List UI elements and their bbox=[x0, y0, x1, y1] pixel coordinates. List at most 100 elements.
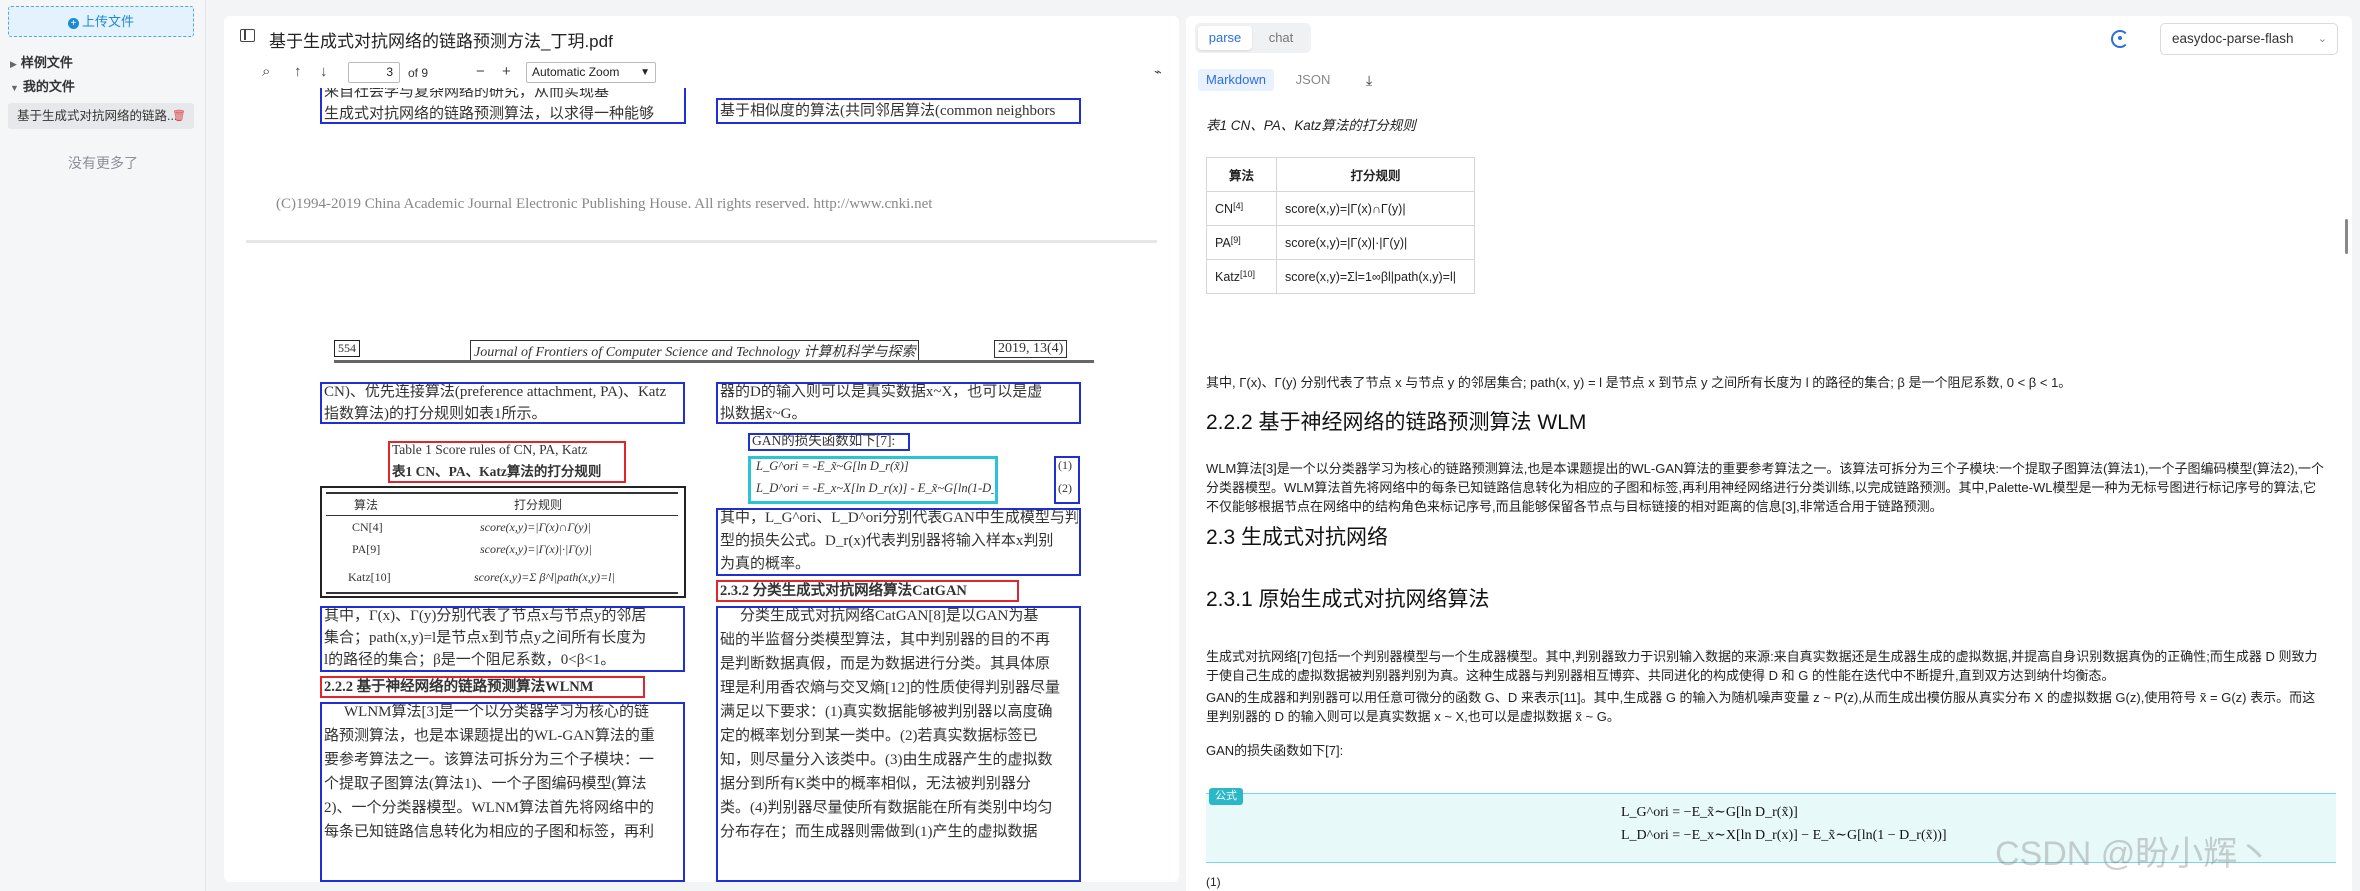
pdf-text-line: 每条已知链路信息转化为相应的子图和标签，再利 bbox=[324, 824, 655, 840]
zoom-in-icon[interactable]: + bbox=[502, 63, 511, 81]
upload-file-button[interactable]: + 上传文件 bbox=[8, 6, 194, 37]
table-cell: PA[9] bbox=[352, 542, 381, 556]
page-number-input[interactable]: 3 bbox=[348, 62, 400, 83]
tab-parse[interactable]: parse bbox=[1198, 26, 1252, 50]
tab-json[interactable]: JSON bbox=[1288, 69, 1338, 91]
zoom-select[interactable]: Automatic Zoom ▼ bbox=[526, 62, 656, 83]
score-rules-table: 算法 打分规则 CN[4] score(x,y)=|Γ(x)∩Γ(y)| PA[… bbox=[1206, 157, 1475, 294]
sample-files-label: 样例文件 bbox=[20, 55, 73, 70]
table-row: Katz[10] score(x,y)=Σl=1∞βl|path(x,y)=l| bbox=[1206, 259, 1475, 294]
table-cell: score(x,y)=|Γ(x)∩Γ(y)| bbox=[480, 520, 591, 534]
pdf-text-line: 其中，L_G^ori、L_D^ori分别代表GAN中生成模型与判别模 bbox=[720, 510, 1078, 526]
pdf-formula: L_D^ori = -E_x~X[ln D_r(x)] - E_x̃~G[ln(… bbox=[756, 481, 994, 495]
open-icon[interactable]: ⌁ bbox=[1154, 63, 1162, 81]
formula-line: L_G^ori = −E_x̃∼G[ln D_r(x̃)] bbox=[1621, 805, 1798, 820]
table-cell: CN[4] bbox=[352, 520, 383, 534]
paragraph: 生成式对抗网络[7]包括一个判别器模型与一个生成器模型。其中,判别器致力于识别输… bbox=[1206, 649, 2318, 683]
no-more-text: 没有更多了 bbox=[68, 155, 138, 171]
pdf-text-line: l的路径的集合；β是一个阻尼系数，0<β<1。 bbox=[324, 652, 616, 668]
page-count: of 9 bbox=[408, 66, 429, 80]
running-head-rule bbox=[334, 360, 1094, 363]
trash-icon[interactable]: 🗑 bbox=[172, 103, 186, 129]
formula-line: L_D^ori = −E_x∼X[ln D_r(x)] − E_x̃∼G[ln(… bbox=[1621, 828, 1947, 843]
my-files-toggle[interactable]: ▼ 我的文件 bbox=[10, 76, 75, 95]
table-caption-zh: 表1 CN、PA、Katz算法的打分规则 bbox=[392, 464, 602, 479]
pdf-text-line: 础的半监督分类模型算法，其中判别器的目的不再 bbox=[720, 632, 1051, 648]
my-files-label: 我的文件 bbox=[22, 79, 75, 94]
pdf-text-line: 2)、一个分类器模型。WLNM算法首先将网络中的 bbox=[324, 800, 654, 816]
formula-tag: 公式 bbox=[1209, 788, 1243, 805]
pdf-text-line: 定的概率划分到某一类中。(2)若真实数据标签已 bbox=[720, 728, 1038, 744]
table-row: PA[9] score(x,y)=|Γ(x)|·|Γ(y)| bbox=[1206, 225, 1475, 260]
download-icon[interactable]: ⤓ bbox=[1366, 72, 1372, 89]
pdf-text-line: 基于相似度的算法(共同邻居算法(common neighbors bbox=[720, 103, 1056, 119]
journal-issue: 2019, 13(4) bbox=[994, 340, 1068, 358]
next-page-icon[interactable]: ↓ bbox=[320, 63, 328, 81]
caret-down-icon: ▼ bbox=[10, 83, 19, 93]
table-cell: Katz[10] bbox=[348, 570, 391, 584]
app: + 上传文件 ▶ 样例文件 ▼ 我的文件 基于生成式对抗网络的链路... 🗑 没有更多了… bbox=[0, 0, 2360, 891]
pdf-title-bar: 基于生成式对抗网络的链路预测方法_丁玥.pdf bbox=[224, 16, 1179, 58]
pdf-text-line: 理是利用香农熵与交叉熵[12]的性质使得判别器尽量 bbox=[720, 680, 1060, 696]
pdf-text-line: 为真的概率。 bbox=[720, 556, 811, 572]
pdf-text-line: 路预测算法，也是本课题提出的WL-GAN算法的重 bbox=[324, 728, 655, 744]
refresh-icon[interactable] bbox=[2111, 30, 2129, 48]
zoom-value: Automatic Zoom bbox=[532, 65, 620, 79]
tab-markdown[interactable]: Markdown bbox=[1198, 69, 1274, 91]
pdf-text-line: 类。(4)判别器尽量使所有数据能在所有类别中均匀 bbox=[720, 800, 1053, 816]
pdf-text-line: 是判断数据真假，而是为数据进行分类。其具体原 bbox=[720, 656, 1051, 672]
table-caption: 表1 CN、PA、Katz算法的打分规则 bbox=[1206, 118, 1416, 133]
pdf-text-line: 拟数据x̃~G。 bbox=[720, 406, 807, 422]
pdf-text-line: 生成式对抗网络的链路预测算法，以求得一种能够 bbox=[324, 106, 655, 122]
pdf-text-line: CN)、优先连接算法(preference attachment, PA)、Ka… bbox=[324, 384, 667, 400]
pdf-text-line: 个提取子图算法(算法1)、一个子图编码模型(算法 bbox=[324, 776, 647, 792]
table-header-cell: 算法 bbox=[1206, 157, 1277, 192]
algo-name: PA bbox=[1215, 236, 1231, 250]
previous-page-icon[interactable]: ↑ bbox=[294, 63, 302, 81]
pdf-heading: 2.3.2 分类生成式对抗网络算法CatGAN bbox=[720, 583, 967, 599]
citation: [9] bbox=[1230, 235, 1241, 245]
tab-chat[interactable]: chat bbox=[1254, 26, 1308, 50]
sidebar-toggle-icon[interactable] bbox=[240, 29, 255, 42]
search-icon[interactable]: ⌕ bbox=[262, 63, 270, 81]
parse-result-panel: parse chat easydoc-parse-flash ⌄ Markdown… bbox=[1186, 16, 2352, 891]
zoom-out-icon[interactable]: − bbox=[476, 63, 485, 81]
table-rule bbox=[326, 492, 678, 494]
table-cell: score(x,y)=|Γ(x)|·|Γ(y)| bbox=[480, 542, 592, 556]
paragraph: WLM算法[3]是一个以分类器学习为核心的链路预测算法,也是本课题提出的WL-G… bbox=[1206, 461, 2325, 514]
table-caption-en: Table 1 Score rules of CN, PA, Katz bbox=[392, 442, 588, 457]
pdf-text-line: 集合；path(x,y)=l是节点x到节点y之间所有长度为 bbox=[324, 630, 647, 646]
format-tabs-bar: Markdown JSON ⤓ bbox=[1186, 62, 2352, 94]
pdf-text-line: 满足以下要求：(1)真实数据能够被判别器以高度确 bbox=[720, 704, 1053, 720]
table-head-cell: 打分规则 bbox=[514, 498, 563, 512]
equation-number: (1) bbox=[1058, 458, 1072, 472]
result-tabs-bar: parse chat easydoc-parse-flash ⌄ bbox=[1186, 16, 2352, 62]
equation-number: (2) bbox=[1058, 481, 1072, 495]
paragraph: GAN的损失函数如下[7]: bbox=[1206, 743, 1344, 758]
table-rule bbox=[326, 515, 678, 516]
file-list-item[interactable]: 基于生成式对抗网络的链路... 🗑 bbox=[8, 103, 194, 129]
table-rule bbox=[326, 592, 678, 594]
pdf-text-line: 分布存在；而生成器则需做到(1)产生的虚拟数据 bbox=[720, 824, 1038, 840]
sample-files-toggle[interactable]: ▶ 样例文件 bbox=[10, 52, 73, 71]
table-cell: score(x,y)=|Γ(x)|·|Γ(y)| bbox=[1276, 225, 1475, 260]
markdown-content: 表1 CN、PA、Katz算法的打分规则 算法 打分规则 CN[4] score… bbox=[1206, 94, 2336, 891]
table-head-cell: 算法 bbox=[354, 498, 379, 512]
model-select[interactable]: easydoc-parse-flash ⌄ bbox=[2160, 23, 2338, 55]
pdf-text-line: GAN的损失函数如下[7]: bbox=[752, 433, 896, 448]
pdf-text-line: WLNM算法[3]是一个以分类器学习为核心的链 bbox=[344, 704, 649, 720]
heading-2-3-1: 2.3.1 原始生成式对抗网络算法 bbox=[1206, 588, 1490, 611]
citation: [4] bbox=[1233, 201, 1244, 211]
caret-right-icon: ▶ bbox=[10, 59, 17, 69]
pdf-page-canvas: 来自社会学与复杂网络的研究，从而实现基 生成式对抗网络的链路预测算法，以求得一种… bbox=[224, 88, 1179, 882]
algo-name: CN bbox=[1215, 202, 1234, 216]
pdf-viewer-panel: 基于生成式对抗网络的链路预测方法_丁玥.pdf ⌕ ↑ ↓ 3 of 9 − +… bbox=[224, 16, 1179, 882]
pdf-formula: L_G^ori = -E_x̃~G[ln D_r(x̃)] bbox=[756, 459, 909, 473]
running-head: 554 Journal of Frontiers of Computer Sci… bbox=[334, 340, 1094, 363]
table-cell: CN[4] bbox=[1206, 191, 1277, 226]
pdf-text-line: 器的D的输入则可以是真实数据x~X，也可以是虚 bbox=[720, 384, 1043, 400]
scrollbar-thumb[interactable] bbox=[2345, 219, 2348, 254]
pdf-copyright: (C)1994-2019 China Academic Journal Elec… bbox=[276, 196, 933, 212]
pdf-text-line: 知，则尽量分入该类中。(3)由生成器产生的虚拟数 bbox=[720, 752, 1053, 768]
heading-2-3: 2.3 生成式对抗网络 bbox=[1206, 526, 1389, 549]
